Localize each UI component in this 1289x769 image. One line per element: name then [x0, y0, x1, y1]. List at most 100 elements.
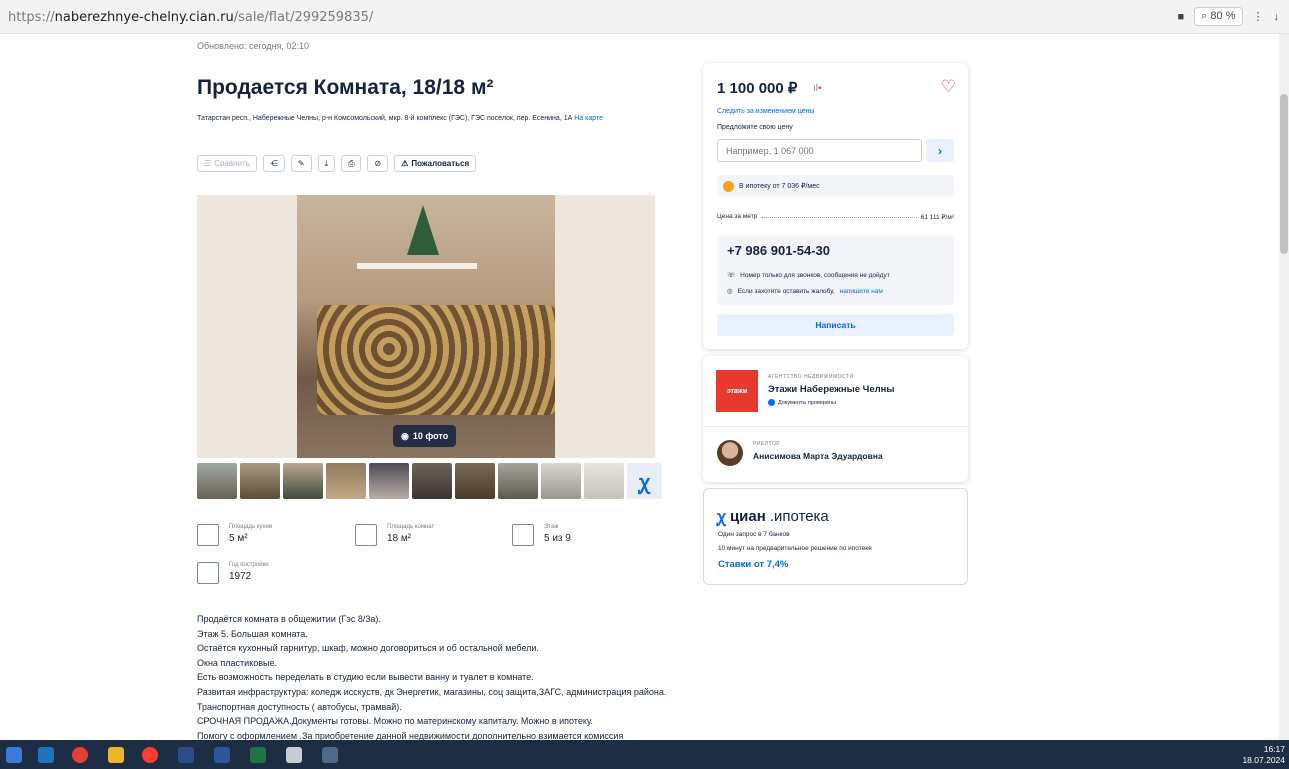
os-taskbar: 16:17 18.07.2024 [0, 740, 1289, 769]
cian-rate-link[interactable]: Ставки от 7,4% [718, 559, 788, 570]
description-line: Развитая инфраструктура: коледж исскуств… [197, 686, 667, 712]
cian-line: 10 минут на предварительное решение по и… [718, 545, 872, 552]
agency-logo[interactable]: этажи [716, 370, 758, 412]
menu-icon[interactable]: ⋮ [1253, 10, 1264, 23]
documents-verified: Документы проверены [768, 399, 836, 406]
price-per-meter: Цена за метр 61 111 ₽/м² [717, 213, 954, 221]
chevron-right-icon: › [938, 143, 942, 158]
phone-note-text: Номер только для звонков, сообщения не д… [740, 271, 890, 279]
agency-card: этажи АГЕНТСТВО НЕДВИЖИМОСТИ Этажи Набер… [703, 356, 968, 482]
complaint-text: Если захотите оставить жалобу, [737, 287, 835, 295]
follow-price-link[interactable]: Следить за изменением цены [717, 108, 814, 115]
submit-price-button[interactable]: › [926, 139, 954, 162]
verified-check-icon [768, 399, 775, 406]
url-prefix: https:// [8, 10, 55, 25]
listing-toolbar: ☰ Сравнить ⋲ ✎ ⤓ ⎙ ⊘ ⚠ Пожаловаться [197, 155, 477, 172]
feature-value: 1972 [229, 571, 252, 582]
page-title: Продается Комната, 18/18 м² [197, 76, 494, 99]
compare-icon: ☰ [204, 159, 212, 168]
phone-icon: ☏ [727, 272, 736, 279]
feature-build-year: Год постройки 1972 [197, 562, 269, 584]
headset-icon: ◎ [727, 288, 733, 295]
shelf [357, 263, 477, 269]
outlook-icon[interactable] [38, 747, 54, 763]
room-area-icon [355, 524, 377, 546]
share-icon: ⋲ [269, 159, 278, 168]
system-clock[interactable]: 16:17 18.07.2024 [1242, 744, 1285, 766]
sofa [317, 305, 557, 415]
calculator-icon[interactable] [322, 747, 338, 763]
thumbnail[interactable] [541, 463, 581, 499]
description-line: СРОЧНАЯ ПРОДАЖА.Документы готовы. Можно … [197, 716, 593, 727]
address-bar[interactable]: https://naberezhnye-chelny.cian.ru/sale/… [8, 10, 373, 25]
mortgage-icon [723, 180, 734, 192]
clock-time: 16:17 [1263, 744, 1285, 754]
excel-icon[interactable] [250, 747, 266, 763]
bookmark-icon[interactable]: ■ [1178, 11, 1185, 23]
chrome-icon[interactable] [72, 747, 88, 763]
download-pdf-icon: ⤓ [324, 158, 329, 168]
address-text: Татарстан респ., Набережные Челны, р-н К… [197, 115, 573, 122]
feature-value: 5 м² [229, 533, 248, 544]
divider [703, 426, 968, 427]
note-button[interactable]: ✎ [290, 155, 312, 172]
feature-label: Год постройки [229, 562, 269, 568]
favorite-heart-icon[interactable]: ♡ [941, 77, 956, 97]
cian-mortgage-logo: ꭕ циан .ипотека [717, 505, 829, 527]
map-link[interactable]: На карте [574, 115, 603, 122]
zoom-indicator[interactable]: ⌕ 80 % [1194, 7, 1243, 26]
page-scrollbar[interactable] [1279, 34, 1289, 740]
phone-number[interactable]: +7 986 901-54-30 [727, 243, 830, 258]
yandex-browser-icon[interactable] [142, 747, 158, 763]
price: 1 100 000 ₽ [717, 80, 798, 97]
file-explorer-icon[interactable] [108, 747, 124, 763]
scroll-thumb[interactable] [1280, 94, 1288, 254]
word-icon[interactable] [214, 747, 230, 763]
thumbnail[interactable] [240, 463, 280, 499]
write-us-link[interactable]: напишите нам [840, 288, 883, 295]
print-button[interactable]: ⎙ [341, 155, 362, 172]
thumbnail[interactable] [584, 463, 624, 499]
realtor-name[interactable]: Анисимова Марта Эдуардовна [753, 451, 883, 461]
start-icon[interactable] [6, 747, 22, 763]
agency-label: АГЕНТСТВО НЕДВИЖИМОСТИ [768, 374, 854, 380]
download-icon[interactable]: ↓ [1274, 11, 1280, 23]
thumbnail[interactable] [455, 463, 495, 499]
photo-blur-right [555, 195, 655, 458]
realtor-avatar[interactable] [717, 440, 743, 466]
thumbnail[interactable] [498, 463, 538, 499]
browser-toolbar: https://naberezhnye-chelny.cian.ru/sale/… [0, 0, 1289, 34]
print-icon: ⎙ [348, 158, 355, 168]
mortgage-text: В ипотеку от 7 036 ₽/мес [739, 183, 820, 190]
suggest-price-input[interactable] [717, 139, 922, 162]
price-history-icon[interactable]: ıl• [813, 83, 822, 94]
agency-name[interactable]: Этажи Набережные Челны [768, 384, 895, 395]
listing-address: Татарстан респ., Набережные Челны, р-н К… [197, 114, 627, 125]
description-line: Остаётся кухонный гарнитур, шкаф, можно … [197, 643, 539, 654]
hide-button[interactable]: ⊘ [367, 155, 389, 172]
thumbnail[interactable] [197, 463, 237, 499]
report-button[interactable]: ⚠ Пожаловаться [394, 155, 477, 172]
compare-button[interactable]: ☰ Сравнить [197, 155, 257, 172]
ppm-label: Цена за метр [717, 213, 758, 220]
updated-timestamp: Обновлено: сегодня, 02:10 [197, 41, 309, 51]
realtor-label: РИЕЛТОР [753, 441, 781, 447]
cian-mortgage-card[interactable]: ꭕ циан .ипотека Один запрос в 7 банков 10 … [703, 488, 968, 585]
thumbnail[interactable] [326, 463, 366, 499]
pdf-reader-icon[interactable] [178, 747, 194, 763]
cian-logo-icon: ꭕ [717, 509, 726, 526]
thumbnail[interactable] [283, 463, 323, 499]
main-photo[interactable]: ◉ 10 фото [197, 195, 655, 458]
settings-gear-icon[interactable] [286, 747, 302, 763]
photo-count-badge[interactable]: ◉ 10 фото [393, 425, 457, 447]
cian-logo-thumbnail[interactable]: ꭕ [627, 463, 662, 499]
logo-bold: циан [729, 507, 766, 525]
share-button[interactable]: ⋲ [262, 155, 285, 172]
mortgage-offer[interactable]: В ипотеку от 7 036 ₽/мес [717, 175, 954, 197]
thumbnail[interactable] [369, 463, 409, 499]
thumbnail[interactable] [412, 463, 452, 499]
write-button[interactable]: Написать [717, 314, 954, 336]
suggest-price-label: Предложите свою цену [717, 124, 793, 131]
download-button[interactable]: ⤓ [317, 155, 336, 172]
compare-label: Сравнить [214, 159, 250, 168]
